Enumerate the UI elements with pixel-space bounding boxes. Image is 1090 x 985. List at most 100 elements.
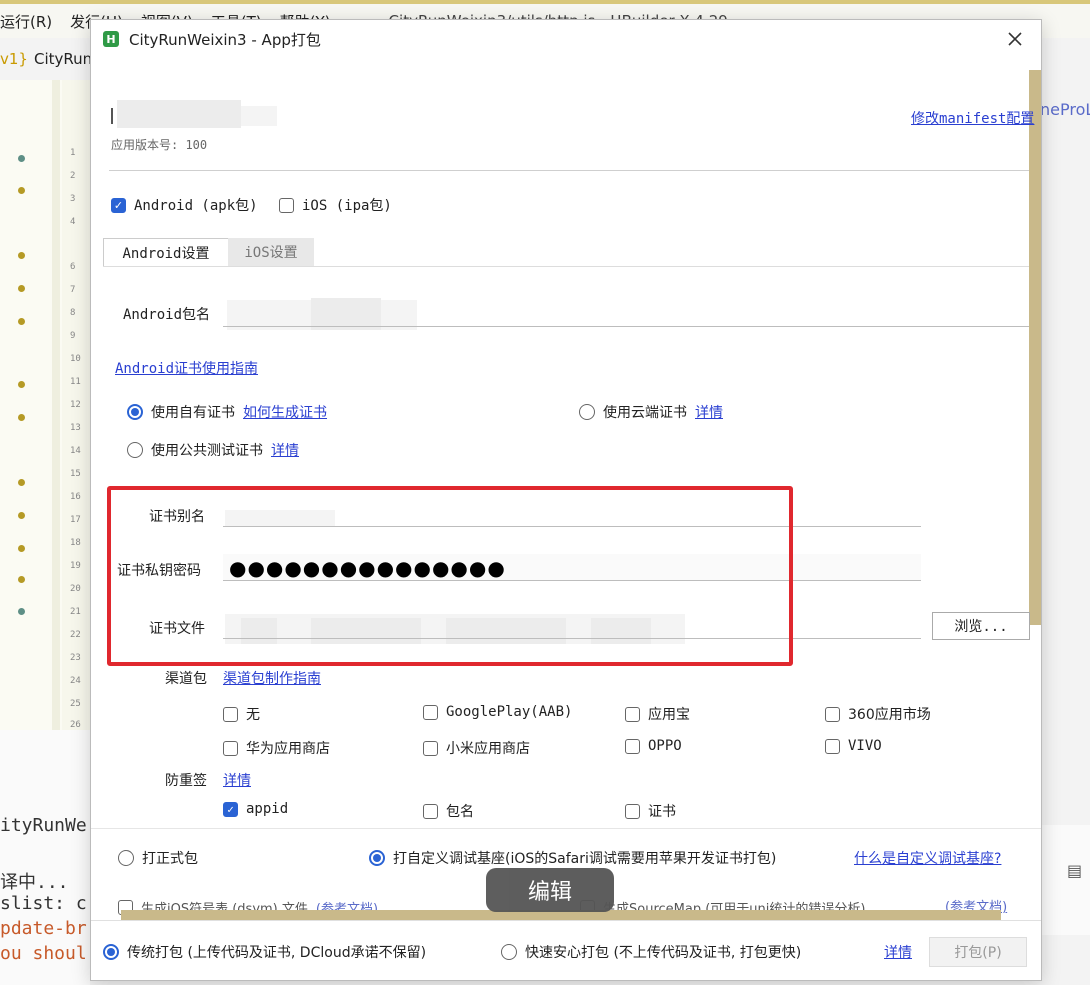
line-number: 18	[70, 538, 81, 548]
line-number: 16	[70, 492, 81, 502]
dialog-title: CityRunWeixin3 - App打包	[129, 30, 321, 49]
anti-resign-appid-checkbox[interactable]: ✓ appid	[223, 801, 288, 817]
tab-android-settings[interactable]: Android设置	[103, 238, 229, 267]
pack-mode-details-link[interactable]: 详情	[884, 942, 912, 962]
gutter-marker-dot	[18, 318, 25, 325]
anti-resign-label: 防重签	[165, 773, 207, 789]
comment-icon[interactable]: ▤	[1067, 861, 1082, 880]
line-number: 25	[70, 699, 81, 709]
line-number: 6	[70, 262, 76, 272]
path-prefix: v1}	[0, 50, 28, 68]
anti-resign-package-checkbox[interactable]: 包名	[423, 801, 474, 821]
line-number: 4	[70, 217, 76, 227]
gutter-marker-dot	[18, 381, 25, 388]
line-number: 23	[70, 653, 81, 663]
app-name-redacted	[117, 100, 241, 128]
channel-checkbox-googleplay[interactable]: GooglePlay(AAB)	[423, 704, 572, 720]
dialog-titlebar: H CityRunWeixin3 - App打包	[91, 20, 1041, 58]
line-number: 26	[70, 720, 81, 730]
channel-checkbox-huawei[interactable]: 华为应用商店	[223, 738, 330, 758]
line-number: 10	[70, 354, 81, 364]
line-number: 20	[70, 584, 81, 594]
line-number: 19	[70, 561, 81, 571]
radio-custom-debug-build[interactable]: 打自定义调试基座(iOS的Safari调试需要用苹果开发证书打包)	[369, 848, 776, 868]
check-icon: ✓	[111, 197, 126, 213]
menu-run[interactable]: 运行(R)	[0, 11, 52, 32]
radio-cloud-cert[interactable]: 使用云端证书 详情	[579, 402, 723, 422]
hbuilder-icon: H	[103, 31, 119, 47]
console-line: pdate-br	[0, 918, 87, 939]
package-name-input[interactable]	[223, 326, 1029, 327]
line-number: 17	[70, 515, 81, 525]
custom-debug-help-link[interactable]: 什么是自定义调试基座?	[854, 848, 1001, 868]
gutter-marker-dot	[18, 608, 25, 615]
line-number: 3	[70, 194, 76, 204]
line-number: 21	[70, 607, 81, 617]
edit-tooltip[interactable]: 编辑	[486, 868, 614, 912]
radio-own-cert[interactable]: 使用自有证书 如何生成证书	[127, 402, 327, 422]
channel-guide-link[interactable]: 渠道包制作指南	[223, 668, 321, 688]
console-line: 译中...	[0, 872, 69, 893]
line-number: 12	[70, 400, 81, 410]
browse-button[interactable]: 浏览...	[932, 612, 1030, 640]
close-icon	[1008, 32, 1022, 46]
android-checkbox[interactable]: ✓ Android (apk包)	[111, 195, 258, 215]
gutter-marker-dot	[18, 252, 25, 259]
channel-checkbox-oppo[interactable]: OPPO	[625, 738, 682, 754]
close-button[interactable]	[1001, 26, 1029, 52]
console-line: slist: c	[0, 893, 87, 914]
manifest-link[interactable]: 修改manifest配置	[911, 108, 1034, 128]
gutter-marker-dot	[18, 576, 25, 583]
anti-resign-details-link[interactable]: 详情	[223, 770, 251, 790]
channel-checkbox-xiaomi[interactable]: 小米应用商店	[423, 738, 530, 758]
channel-label: 渠道包	[165, 671, 207, 687]
radio-traditional-pack[interactable]: 传统打包 (上传代码及证书, DCloud承诺不保留)	[103, 942, 426, 962]
radio-public-cert[interactable]: 使用公共测试证书 详情	[127, 440, 299, 460]
gutter-marker-dot	[18, 512, 25, 519]
anti-resign-cert-checkbox[interactable]: 证书	[625, 801, 676, 821]
channel-checkbox-360[interactable]: 360应用市场	[825, 704, 931, 724]
tab-panel-top	[103, 266, 1029, 267]
package-name-label: Android包名	[123, 307, 211, 323]
app-pack-dialog: H CityRunWeixin3 - App打包 应用版本号: 100 修改ma…	[90, 19, 1042, 981]
line-number: 1	[70, 148, 76, 158]
how-to-generate-cert-link[interactable]: 如何生成证书	[243, 402, 327, 422]
line-number: 22	[70, 630, 81, 640]
line-number: 8	[70, 308, 76, 318]
gutter-marker-dot	[18, 545, 25, 552]
line-number: 24	[70, 676, 81, 686]
line-number: 2	[70, 171, 76, 181]
line-number: 7	[70, 285, 76, 295]
ios-checkbox[interactable]: iOS (ipa包)	[279, 195, 392, 215]
ide-right-edge-text: neProL	[1040, 100, 1090, 119]
pack-button[interactable]: 打包(P)	[929, 937, 1027, 967]
public-cert-details-link[interactable]: 详情	[271, 440, 299, 460]
app-name-redacted	[241, 106, 277, 126]
ide-gutter-column	[52, 80, 60, 730]
gutter-marker-dot	[18, 187, 25, 194]
vertical-scrollbar[interactable]	[1029, 70, 1041, 625]
divider	[109, 170, 1029, 171]
cloud-cert-details-link[interactable]: 详情	[695, 402, 723, 422]
channel-checkbox-vivo[interactable]: VIVO	[825, 738, 882, 754]
console-line: ou shoul	[0, 943, 87, 964]
app-version: 应用版本号: 100	[111, 138, 208, 152]
radio-formal-build[interactable]: 打正式包	[118, 848, 198, 868]
line-number: 15	[70, 469, 81, 479]
cert-guide-link[interactable]: Android证书使用指南	[115, 358, 258, 378]
channel-checkbox-none[interactable]: 无	[223, 704, 260, 724]
gutter-marker-dot	[18, 414, 25, 421]
line-number: 14	[70, 446, 81, 456]
tab-ios-settings[interactable]: iOS设置	[228, 238, 314, 266]
line-number: 13	[70, 423, 81, 433]
radio-fast-pack[interactable]: 快速安心打包 (不上传代码及证书, 打包更快)	[501, 942, 801, 962]
ide-breadcrumb: v1} CityRun	[0, 44, 92, 74]
console-line: ityRunWe	[0, 815, 87, 836]
line-number: 9	[70, 331, 76, 341]
channel-checkbox-yingyongbao[interactable]: 应用宝	[625, 704, 690, 724]
ide-right-panel: ▤	[1040, 825, 1090, 935]
gutter-marker-dot	[18, 285, 25, 292]
path-text[interactable]: CityRun	[34, 50, 92, 68]
gutter-marker-dot	[18, 155, 25, 162]
line-number: 11	[70, 377, 81, 387]
